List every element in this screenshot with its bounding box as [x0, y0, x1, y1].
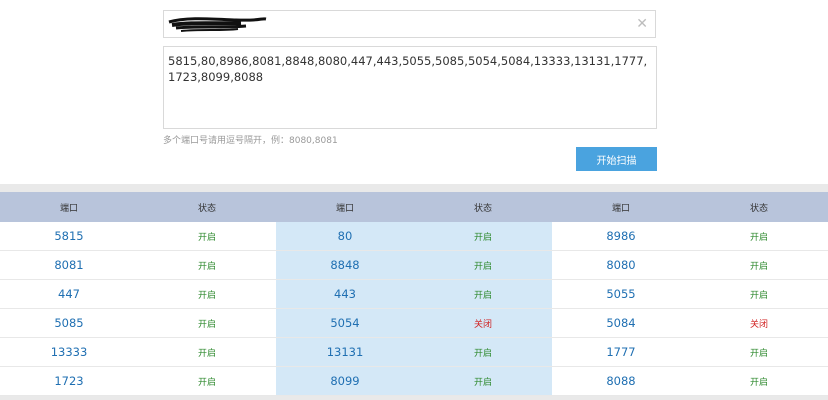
port-cell: 13131	[276, 337, 414, 367]
status-cell: 开启	[414, 279, 552, 309]
status-cell: 开启	[138, 366, 276, 396]
port-cell: 443	[276, 279, 414, 309]
ports-hint: 多个端口号请用逗号隔开，例：8080,8081	[163, 136, 338, 146]
port-cell: 13333	[0, 337, 138, 367]
status-cell: 开启	[690, 222, 828, 251]
status-cell: 开启	[414, 222, 552, 251]
port-cell: 5084	[552, 308, 690, 338]
table-row: 1723 开启 8099 开启 8088 开启	[0, 366, 828, 396]
port-cell: 8099	[276, 366, 414, 396]
port-cell: 8088	[552, 366, 690, 396]
divider	[0, 184, 828, 192]
column-header-port: 端口	[552, 192, 690, 222]
host-input[interactable]: ✕	[163, 10, 656, 38]
table-row: 5815 开启 80 开启 8986 开启	[0, 222, 828, 251]
table-row: 5085 开启 5054 关闭 5084 关闭	[0, 308, 828, 338]
port-results-table: 端口 状态 端口 状态 端口 状态 5815 开启 80 开启 8986 开启 8081 开启…	[0, 192, 828, 396]
divider	[0, 396, 828, 400]
status-cell: 关闭	[414, 308, 552, 338]
column-header-port: 端口	[0, 192, 138, 222]
status-cell: 开启	[690, 279, 828, 309]
table-row: 447 开启 443 开启 5055 开启	[0, 279, 828, 309]
column-header-status: 状态	[414, 192, 552, 222]
port-cell: 8848	[276, 250, 414, 280]
table-header-row: 端口 状态 端口 状态 端口 状态	[0, 192, 828, 222]
port-cell: 1723	[0, 366, 138, 396]
port-cell: 80	[276, 222, 414, 251]
column-header-status: 状态	[138, 192, 276, 222]
port-cell: 8080	[552, 250, 690, 280]
ports-textarea[interactable]: 5815,80,8986,8081,8848,8080,447,443,5055…	[163, 46, 657, 129]
table-row: 8081 开启 8848 开启 8080 开启	[0, 250, 828, 280]
column-header-port: 端口	[276, 192, 414, 222]
status-cell: 开启	[138, 337, 276, 367]
table-row: 13333 开启 13131 开启 1777 开启	[0, 337, 828, 367]
redacted-scribble	[168, 17, 267, 32]
port-cell: 447	[0, 279, 138, 309]
port-cell: 5085	[0, 308, 138, 338]
port-cell: 5815	[0, 222, 138, 251]
close-icon[interactable]: ✕	[636, 15, 648, 33]
port-cell: 8081	[0, 250, 138, 280]
status-cell: 开启	[690, 250, 828, 280]
status-cell: 开启	[414, 337, 552, 367]
status-cell: 开启	[138, 308, 276, 338]
status-cell: 开启	[414, 366, 552, 396]
port-cell: 5055	[552, 279, 690, 309]
status-cell: 开启	[138, 222, 276, 251]
status-cell: 开启	[138, 250, 276, 280]
status-cell: 开启	[138, 279, 276, 309]
status-cell: 关闭	[690, 308, 828, 338]
port-cell: 8986	[552, 222, 690, 251]
port-cell: 5054	[276, 308, 414, 338]
port-cell: 1777	[552, 337, 690, 367]
status-cell: 开启	[690, 337, 828, 367]
column-header-status: 状态	[690, 192, 828, 222]
status-cell: 开启	[690, 366, 828, 396]
status-cell: 开启	[414, 250, 552, 280]
start-scan-button[interactable]: 开始扫描	[576, 147, 657, 171]
